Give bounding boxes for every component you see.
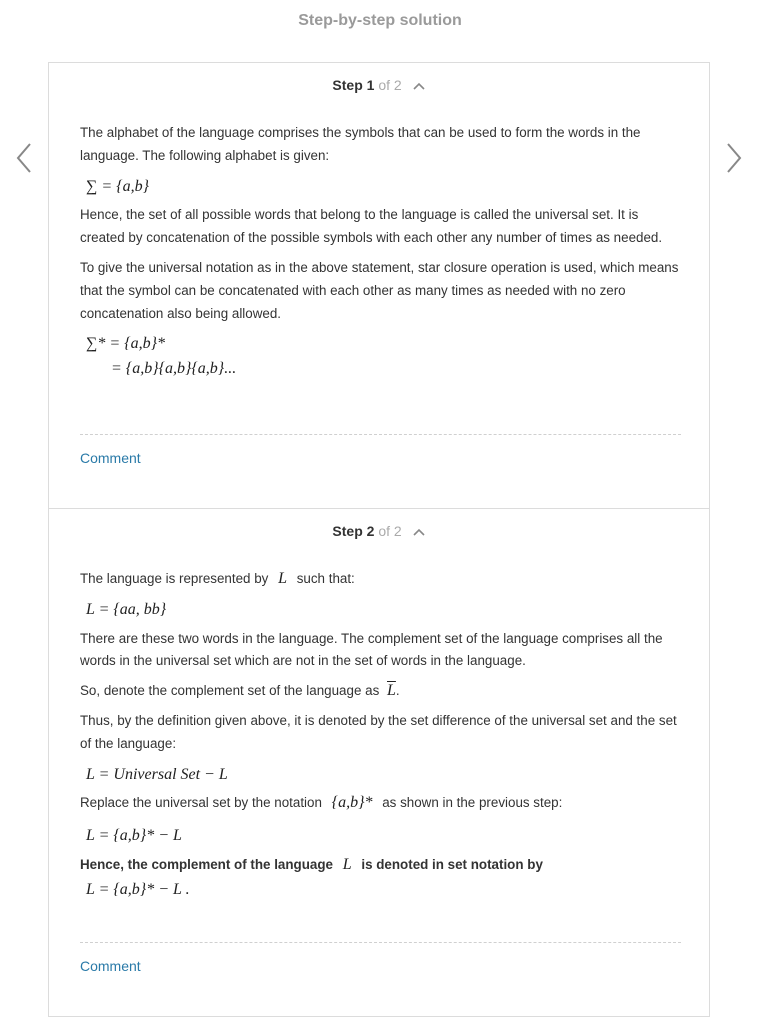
math-symbol: {a,b}* xyxy=(331,794,373,812)
paragraph: Hence, the set of all possible words tha… xyxy=(80,207,663,246)
step-1-header[interactable]: Step 1 of 2 xyxy=(49,77,709,94)
next-arrow-icon[interactable] xyxy=(720,140,750,176)
chevron-up-icon[interactable] xyxy=(412,78,426,94)
math-final-answer: L = {a,b}* − L . xyxy=(86,880,190,898)
step-2-header[interactable]: Step 2 of 2 xyxy=(49,523,709,540)
previous-arrow-icon[interactable] xyxy=(10,140,40,176)
paragraph: There are these two words in the languag… xyxy=(80,630,663,669)
math-symbol: L xyxy=(342,855,352,873)
paragraph: The language is represented by L such th… xyxy=(80,568,680,591)
chevron-up-icon[interactable] xyxy=(412,524,426,540)
text: such that: xyxy=(296,571,355,586)
step-1-card: Step 1 of 2 The alphabet of the language… xyxy=(48,62,710,509)
text: is denoted in set notation by xyxy=(361,856,543,872)
math-complement-notation: L = {a,b}* − L xyxy=(86,827,182,845)
text: as shown in the previous step: xyxy=(382,795,563,811)
math-alphabet: ∑ = {a,b} xyxy=(86,177,149,195)
text: The language is represented by xyxy=(80,571,269,586)
text: So, denote the complement set of the lan… xyxy=(80,683,380,699)
paragraph: To give the universal notation as in the… xyxy=(80,259,679,321)
text: Replace the universal set by the notatio… xyxy=(80,795,322,811)
math-star-closure: ∑* = {a,b}* xyxy=(86,335,165,353)
step-count: of 2 xyxy=(378,77,402,93)
math-complement-definition: L = Universal Set − L xyxy=(86,765,228,783)
comment-link[interactable]: Comment xyxy=(80,450,141,466)
page-title: Step-by-step solution xyxy=(298,12,462,29)
step-label: Step 2 xyxy=(332,523,375,539)
step-2-card: Step 2 of 2 The language is represented … xyxy=(48,508,710,1017)
step-1-body: The alphabet of the language comprises t… xyxy=(80,122,680,381)
divider xyxy=(80,434,681,435)
paragraph: Replace the universal set by the notatio… xyxy=(80,792,680,815)
paragraph: The alphabet of the language comprises t… xyxy=(80,125,641,163)
conclusion: Hence, the complement of the language L … xyxy=(80,854,680,877)
paragraph: So, denote the complement set of the lan… xyxy=(80,680,680,703)
text: Hence, the complement of the language xyxy=(80,856,333,872)
math-star-closure-expansion: = {a,b}{a,b}{a,b}... xyxy=(111,360,237,378)
divider xyxy=(80,942,681,943)
comment-link[interactable]: Comment xyxy=(80,958,141,974)
math-symbol: L xyxy=(387,682,396,700)
math-symbol: L xyxy=(278,570,287,587)
paragraph: Thus, by the definition given above, it … xyxy=(80,712,677,751)
step-count: of 2 xyxy=(378,523,402,539)
step-label: Step 1 xyxy=(332,77,375,93)
text: . xyxy=(395,683,400,699)
math-language: L = {aa, bb} xyxy=(86,600,167,618)
step-2-body: The language is represented by L such th… xyxy=(80,568,680,902)
